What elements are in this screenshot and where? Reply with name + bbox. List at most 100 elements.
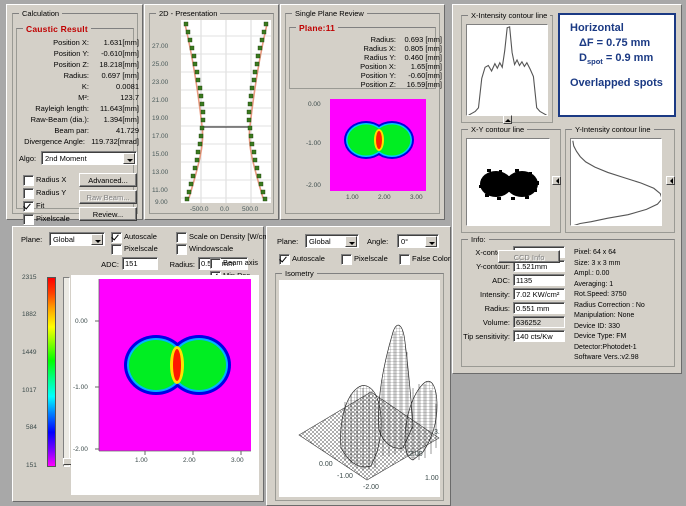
- scroll-left-button[interactable]: [666, 176, 675, 185]
- caustic-chart-area[interactable]: [181, 20, 271, 203]
- info-row-value[interactable]: 1135: [513, 274, 565, 286]
- ccd-info-button[interactable]: CCD Info: [498, 250, 560, 263]
- contour-panel: X-Intensity contour line Horizontal ΔF =…: [452, 4, 682, 374]
- isometry-plane-combo[interactable]: Global: [305, 234, 359, 248]
- checkbox-scale-on-density[interactable]: Scale on Density [W/cm²]: [176, 232, 273, 243]
- plane-select-combo[interactable]: Global: [49, 232, 105, 246]
- plane-spot-plot[interactable]: [330, 99, 426, 191]
- caustic-row: Position Z: 18.218[mm]: [17, 59, 139, 70]
- colorbar-tick: 1449: [22, 349, 37, 356]
- checkbox-radius-y[interactable]: Radius Y: [23, 188, 66, 199]
- isometry-group: Isometry 0.00 -1.00 -2.00 1.00 2.00 3.: [275, 269, 444, 501]
- info-row: Tip sensitivity: 140 cts/Kw: [462, 330, 570, 344]
- plane-row-label: Radius:: [370, 35, 396, 44]
- xy-contour-plot[interactable]: [466, 138, 550, 226]
- dspot-label: D: [579, 52, 587, 64]
- x-tick: -500.0: [190, 206, 209, 213]
- checkbox-beam-axis[interactable]: Beam axis: [210, 258, 258, 269]
- xy-contour-group: X-Y contour line: [461, 125, 561, 233]
- radius-label: Radius:: [169, 260, 195, 269]
- isometry-plane-label: Plane:: [277, 237, 299, 246]
- caustic-result-group: Caustic Result Position X: 1.631[mm] Pos…: [16, 24, 139, 238]
- device-info-line: Ampl.: 0.00: [574, 270, 610, 277]
- raw-beam-button[interactable]: Raw Beam...: [79, 190, 137, 204]
- y-intensity-label: Y-Intensity contour line: [572, 125, 654, 134]
- chevron-down-icon[interactable]: [425, 236, 437, 247]
- isometry-group-label: Isometry: [282, 269, 317, 278]
- isometry-angle-combo[interactable]: 0°: [397, 234, 439, 248]
- plane-row-value: 0.460 [mm]: [404, 53, 442, 62]
- y-tick: -2.00: [306, 182, 321, 189]
- isometry-plot-svg: 0.00 -1.00 -2.00 1.00 2.00 3.00: [279, 280, 440, 492]
- info-row-value[interactable]: 0.551 mm: [513, 302, 565, 314]
- caustic-row-value: 0.697 [mm]: [101, 71, 139, 80]
- adc-input[interactable]: 151: [122, 257, 158, 270]
- checkbox-pixelscale[interactable]: Pixelscale: [341, 254, 388, 265]
- iso-axis-label: 2.00: [409, 451, 423, 458]
- single-plane-label: Single Plane Review: [292, 9, 367, 18]
- plane-row-label: Radius Y:: [364, 53, 396, 62]
- caustic-row-label: Position Y:: [53, 49, 89, 58]
- caustic-row-value: 18.218[mm]: [99, 60, 139, 69]
- chevron-down-icon[interactable]: [91, 234, 103, 245]
- caustic-row: M²: 123.7: [17, 92, 139, 103]
- caustic-row: Divergence Angle: 119.732[mrad]: [17, 136, 139, 147]
- algo-combo[interactable]: 2nd Moment: [41, 151, 137, 165]
- plane-row: Position Z: 16.59[mm]: [290, 80, 442, 89]
- x-intensity-plot[interactable]: [466, 24, 548, 116]
- y-tick: 0.00: [308, 101, 321, 108]
- info-row-value[interactable]: 140 cts/Kw: [513, 330, 565, 342]
- single-plane-group: Single Plane Review Plane:11 Radius: 0.6…: [285, 9, 442, 214]
- scroll-left-button[interactable]: [552, 176, 561, 185]
- device-info-line: Detector:Photodet-1: [574, 343, 637, 351]
- plane-number-group: Plane:11 Radius: 0.693 [mm] Radius X: 0.…: [289, 23, 442, 89]
- y-intensity-plot[interactable]: [570, 138, 662, 226]
- info-row-label: Tip sensitivity:: [463, 332, 510, 341]
- caustic-row-value: 1.394[mm]: [103, 115, 139, 124]
- checkbox-windowscale[interactable]: Windowscale: [176, 244, 233, 255]
- plane-row: Position Y: -0.60[mm]: [290, 71, 442, 80]
- plane-row: Radius Y: 0.460 [mm]: [290, 53, 442, 62]
- plane-row-label: Position X:: [360, 62, 396, 71]
- plane-row-value: -0.60[mm]: [408, 71, 442, 80]
- annotation-callout: Horizontal ΔF = 0.75 mm Dspot = 0.9 mm O…: [558, 13, 676, 117]
- device-info-line: Radius Correction : No: [574, 301, 645, 309]
- advanced-button[interactable]: Advanced...: [79, 173, 137, 187]
- x-tick: 0.0: [220, 206, 230, 213]
- device-info-line: Size: 3 x 3 mm: [574, 259, 621, 267]
- colorbar-tick: 2315: [22, 274, 37, 281]
- review-button[interactable]: Review...: [79, 207, 137, 221]
- y-tick: 17.00: [152, 133, 169, 140]
- device-info-line: Manipulation: None: [574, 312, 635, 319]
- info-row-value[interactable]: 636252: [513, 316, 565, 328]
- colorbar-tick: 151: [26, 462, 37, 469]
- device-info-line: Device Type: FM: [574, 333, 627, 340]
- checkbox-autoscale[interactable]: Autoscale: [111, 232, 157, 243]
- scroll-up-button[interactable]: [503, 115, 512, 124]
- device-info-line: Device ID: 330: [574, 322, 620, 330]
- info-group-label: Info:: [468, 235, 489, 244]
- info-row-value[interactable]: 7.02 KW/cm²: [513, 288, 565, 300]
- y-tick: 21.00: [152, 97, 169, 104]
- info-row-label: Y-contour:: [476, 262, 510, 271]
- chevron-down-icon[interactable]: [345, 236, 357, 247]
- checkbox-pixelscale[interactable]: Pixelscale: [23, 214, 70, 225]
- caustic-row-label: Position X:: [53, 38, 89, 47]
- checkbox-autoscale[interactable]: Autoscale: [279, 254, 325, 265]
- info-row: Volume: 636252: [462, 316, 570, 330]
- chevron-down-icon[interactable]: [123, 153, 135, 164]
- y-tick: 9.00: [155, 199, 168, 206]
- x-intensity-label: X-Intensity contour line: [468, 11, 551, 20]
- plane-row: Radius X: 0.805 [mm]: [290, 44, 442, 53]
- isometry-panel: Plane: Global Angle: 0° Autoscale Pixels…: [266, 226, 451, 506]
- checkbox-radius-x[interactable]: Radius X: [23, 175, 66, 186]
- checkbox-false-color[interactable]: False Color: [399, 254, 450, 265]
- plane-row-value: 0.693 [mm]: [404, 35, 442, 44]
- iso-axis-label: 1.00: [425, 475, 439, 482]
- checkbox-pixelscale[interactable]: Pixelscale: [111, 244, 158, 255]
- colorbar-slider[interactable]: [63, 277, 72, 467]
- caustic-row: Position X: 1.631[mm]: [17, 37, 139, 48]
- dspot-value: = 0.9 mm: [602, 52, 654, 64]
- isometry-plot[interactable]: 0.00 -1.00 -2.00 1.00 2.00 3.00: [279, 280, 440, 497]
- checkbox-fit[interactable]: Fit: [23, 201, 44, 212]
